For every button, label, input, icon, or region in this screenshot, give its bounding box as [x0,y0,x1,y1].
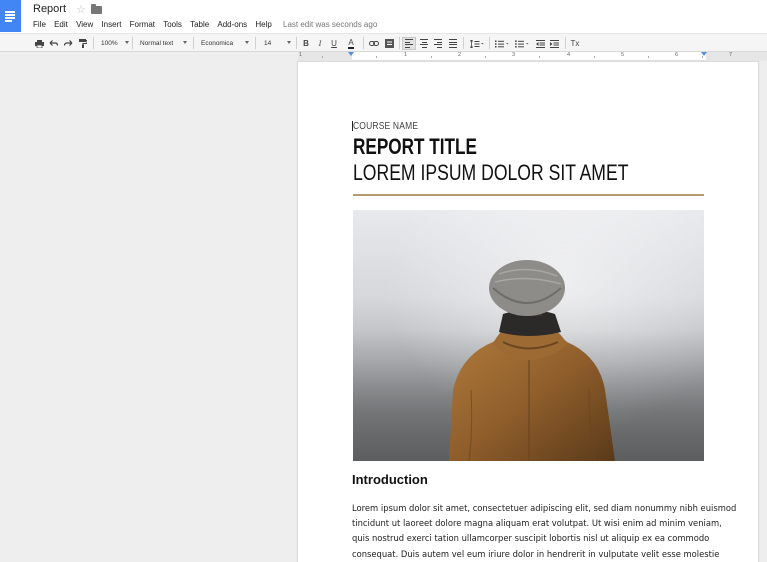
chevron-down-icon [245,41,249,44]
paragraph-style-select[interactable]: Normal text [140,37,187,50]
font-size-value: 14 [264,40,272,47]
title-divider [353,194,704,196]
print-icon[interactable] [33,37,45,50]
underline-button[interactable]: U [328,37,340,50]
paragraph-style-value: Normal text [140,40,174,47]
text-color-label: A [348,37,354,49]
font-size-select[interactable]: 14 [264,37,291,50]
cover-photo[interactable] [353,210,704,461]
menu-file[interactable]: File [33,20,46,29]
menu-table[interactable]: Table [190,20,209,29]
body-line: tincidunt ut laoreet dolore magna aliqua… [352,518,722,529]
docs-logo-icon[interactable] [0,0,21,32]
zoom-value: 100% [101,40,118,47]
last-edit-status[interactable]: Last edit was seconds ago [283,20,377,29]
menu-edit[interactable]: Edit [54,20,68,29]
link-icon[interactable] [368,37,380,50]
menu-view[interactable]: View [76,20,93,29]
ruler[interactable]: 1 1 2 3 4 5 6 7 [298,52,767,61]
ruler-number: 7 [729,52,733,58]
menu-format[interactable]: Format [130,20,155,29]
body-paragraph[interactable]: Lorem ipsum dolor sit amet, consectetuer… [352,501,737,562]
menu-tools[interactable]: Tools [163,20,182,29]
body-line: quis nostrud exerci tation ullamcorper s… [352,533,710,544]
justify-icon[interactable] [447,37,459,50]
ruler-number: 6 [675,52,679,58]
zoom-select[interactable]: 100% [101,37,129,50]
body-line: Lorem ipsum dolor sit amet, consectetuer… [352,503,737,513]
chevron-down-icon [287,41,291,44]
undo-icon[interactable] [47,37,59,50]
report-subtitle[interactable]: LOREM IPSUM DOLOR SIT AMET [353,160,628,186]
app-header: Report ☆ File Edit View Insert Format To… [0,0,767,33]
ruler-number: 1 [404,52,408,58]
ruler-number: 3 [512,52,516,58]
course-name[interactable]: COURSE NAME [353,121,418,132]
paint-format-icon[interactable] [77,37,89,50]
align-left-icon[interactable] [402,37,416,50]
chevron-down-icon [125,41,129,44]
italic-button[interactable]: I [314,37,326,50]
body-line: consequat. Duis autem vel eum iriure dol… [352,548,720,559]
line-spacing-icon[interactable] [468,37,486,50]
decrease-indent-icon[interactable] [534,37,546,50]
increase-indent-icon[interactable] [548,37,560,50]
menu-bar: File Edit View Insert Format Tools Table… [33,18,377,30]
text-color-button[interactable]: A [343,37,359,50]
document-page[interactable]: COURSE NAME REPORT TITLE LOREM IPSUM DOL… [298,62,758,562]
bold-button[interactable]: B [300,37,312,50]
numbered-list-icon[interactable] [493,37,511,50]
ruler-number: 1 [299,52,303,58]
folder-icon[interactable] [91,4,102,14]
font-select[interactable]: Economica [201,37,249,50]
menu-help[interactable]: Help [255,20,271,29]
ruler-number: 5 [621,52,625,58]
font-value: Economica [201,40,234,47]
clear-formatting-icon[interactable]: Tx [569,37,581,50]
introduction-heading[interactable]: Introduction [352,472,428,487]
star-icon[interactable]: ☆ [76,3,86,16]
ruler-number: 2 [458,52,462,58]
comment-icon[interactable] [383,37,395,50]
bulleted-list-icon[interactable] [513,37,531,50]
redo-icon[interactable] [62,37,74,50]
menu-addons[interactable]: Add-ons [217,20,247,29]
chevron-down-icon [183,41,187,44]
align-center-icon[interactable] [418,37,430,50]
menu-insert[interactable]: Insert [101,20,121,29]
left-indent-marker[interactable] [348,52,354,56]
ruler-number: 4 [567,52,571,58]
toolbar: 100% Normal text Economica 14 B I U A Tx [0,33,767,52]
align-right-icon[interactable] [432,37,444,50]
document-title[interactable]: Report [33,3,66,15]
report-title[interactable]: REPORT TITLE [353,134,477,160]
